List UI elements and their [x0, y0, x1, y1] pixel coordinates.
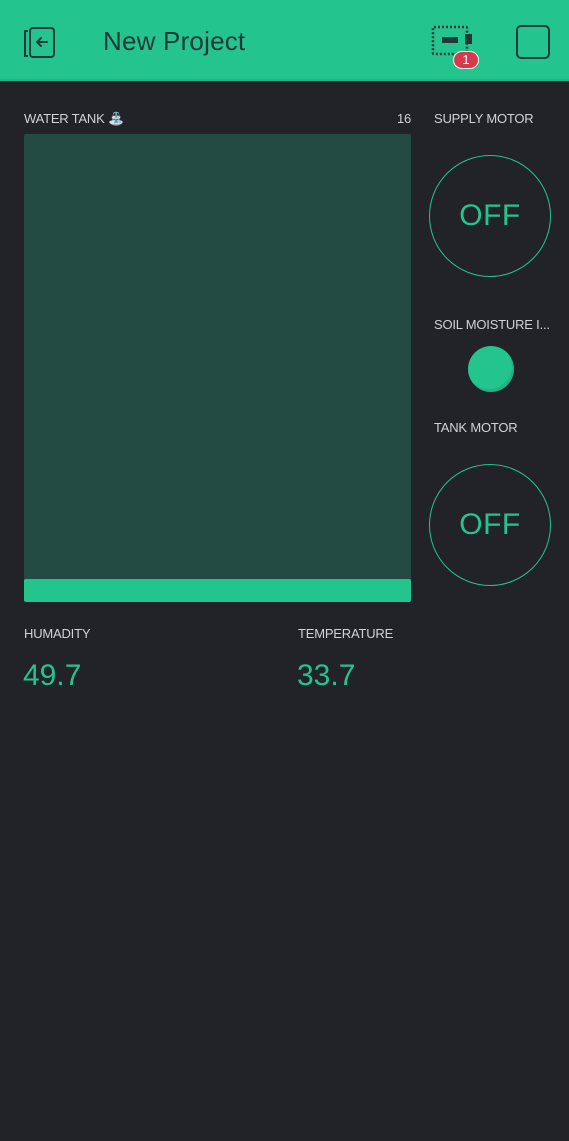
tank-motor-label: TANK MOTOR [434, 420, 518, 435]
tank-motor-state: OFF [459, 508, 521, 541]
supply-motor-label: SUPPLY MOTOR [434, 111, 534, 126]
fountain-icon: ⛲ [108, 111, 124, 126]
temperature-value: 33.7 [297, 659, 356, 692]
notification-badge: 1 [453, 51, 479, 69]
water-tank-fill [24, 578, 411, 602]
play-button[interactable] [516, 25, 550, 59]
tank-motor-button[interactable]: OFF [429, 464, 551, 586]
soil-moisture-label: SOIL MOISTURE I... [434, 317, 550, 332]
exit-button[interactable] [18, 22, 58, 62]
soil-moisture-led [468, 346, 514, 392]
water-tank-level-bar [24, 134, 411, 602]
device-button[interactable]: 1 [430, 24, 479, 69]
supply-motor-button[interactable]: OFF [429, 155, 551, 277]
temperature-label: TEMPERATURE [298, 626, 394, 641]
supply-motor-state: OFF [459, 199, 521, 232]
app-header: New Project 1 [0, 0, 569, 81]
water-tank-value: 16 [397, 111, 412, 126]
water-tank-label: WATER TANK ⛲ [24, 111, 124, 127]
humidity-value: 49.7 [23, 659, 82, 692]
humidity-label: HUMADITY [24, 626, 91, 641]
page-title: New Project [103, 26, 246, 56]
exit-icon [24, 27, 55, 58]
water-tank-title: WATER TANK [24, 111, 105, 126]
